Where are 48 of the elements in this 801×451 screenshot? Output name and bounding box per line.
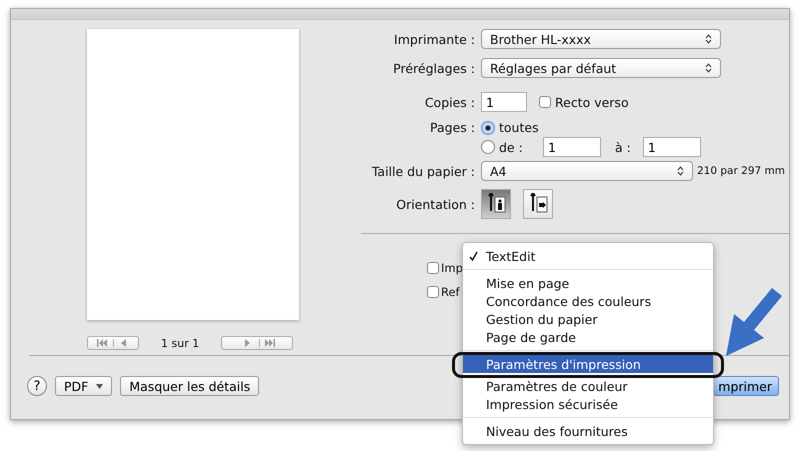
first-previous-page-button[interactable] <box>87 336 139 350</box>
to-page-field[interactable]: 1 <box>642 137 701 157</box>
menu-item[interactable]: Paramètres d'impression <box>463 355 713 373</box>
checkmark-icon <box>469 251 478 261</box>
option-label: Ref <box>441 285 460 299</box>
menu-item[interactable]: Niveau des fournitures <box>463 422 713 440</box>
option-label: Imp <box>441 261 463 275</box>
next-last-page-button[interactable] <box>221 336 294 350</box>
pdf-button[interactable]: PDF <box>55 376 112 396</box>
stepper-arrows-icon <box>677 166 684 176</box>
landscape-button[interactable] <box>523 189 553 219</box>
caret-icon <box>96 384 104 388</box>
menu-item[interactable]: Mise en page <box>463 274 713 292</box>
menu-item[interactable]: Impression sécurisée <box>463 395 713 413</box>
printer-popup[interactable]: Brother HL-xxxx <box>481 29 721 49</box>
menu-item[interactable]: Page de garde <box>463 328 713 346</box>
menu-item[interactable]: Gestion du papier <box>463 310 713 328</box>
copies-label: Copies : <box>424 94 475 110</box>
portrait-button[interactable] <box>481 189 511 219</box>
page-indicator: 1 sur 1 <box>161 336 200 350</box>
option-checkbox[interactable] <box>427 286 439 298</box>
printer-label: Imprimante : <box>393 32 475 46</box>
pointer-arrow-drawing <box>724 288 784 358</box>
help-button[interactable]: ? <box>27 376 47 396</box>
from-label: de : <box>499 140 524 154</box>
presets-label: Préréglages : <box>392 60 475 76</box>
paper-dimensions: 210 par 297 mm <box>697 165 785 177</box>
print-button[interactable]: mprimer <box>713 376 779 396</box>
orientation-label: Orientation : <box>395 196 475 212</box>
all-pages-label: toutes <box>499 120 539 135</box>
menu-item[interactable]: TextEdit <box>463 247 713 265</box>
pages-label: Pages : <box>429 120 475 135</box>
hide-details-button[interactable]: Masquer les détails <box>120 376 260 396</box>
stepper-arrows-icon <box>705 34 712 44</box>
menu-item[interactable]: Concordance des couleurs <box>463 292 713 310</box>
stepper-arrows-icon <box>705 63 712 73</box>
radio-button[interactable] <box>481 140 495 154</box>
from-page-field[interactable]: 1 <box>543 137 601 157</box>
option-checkbox[interactable] <box>427 262 439 274</box>
to-label: à : <box>615 140 631 154</box>
menu-item[interactable]: Paramètres de couleur <box>463 377 713 395</box>
paper-size-label: Taille du papier : <box>370 164 475 178</box>
presets-popup[interactable]: Réglages par défaut <box>481 58 721 78</box>
duplex-label: Recto verso <box>555 94 629 110</box>
paper-size-popup[interactable]: A4 <box>481 161 693 181</box>
copies-field[interactable]: 1 <box>481 92 527 112</box>
duplex-checkbox[interactable] <box>539 96 551 108</box>
radio-button[interactable] <box>481 120 495 134</box>
